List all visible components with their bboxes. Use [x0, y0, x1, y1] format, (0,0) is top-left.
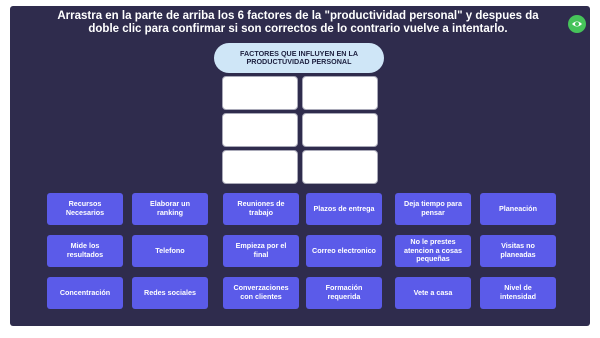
factor-tile[interactable]: Concentración — [47, 277, 123, 309]
factor-tile[interactable]: Deja tiempo para pensar — [395, 193, 471, 225]
factor-tile[interactable]: Converzaciones con clientes — [223, 277, 299, 309]
factor-tile[interactable]: Planeación — [480, 193, 556, 225]
factor-tile[interactable]: Mide los resultados — [47, 235, 123, 267]
factor-tile[interactable]: Vete a casa — [395, 277, 471, 309]
factor-tile[interactable]: Plazos de entrega — [306, 193, 382, 225]
factor-tile[interactable]: Elaborar un ranking — [132, 193, 208, 225]
game-stage: Arrastra en la parte de arriba los 6 fac… — [10, 6, 590, 326]
factor-tile[interactable]: No le prestes atencion a cosas pequeñas — [395, 235, 471, 267]
factor-tile[interactable]: Visitas no planeadas — [480, 235, 556, 267]
factor-tiles: Recursos Necesarios Elaborar un ranking … — [10, 6, 590, 326]
factor-tile[interactable]: Reuniones de trabajo — [223, 193, 299, 225]
factor-tile[interactable]: Nivel de intensidad — [480, 277, 556, 309]
factor-tile[interactable]: Telefono — [132, 235, 208, 267]
factor-tile[interactable]: Correo electronico — [306, 235, 382, 267]
factor-tile[interactable]: Recursos Necesarios — [47, 193, 123, 225]
factor-tile[interactable]: Redes sociales — [132, 277, 208, 309]
factor-tile[interactable]: Empieza por el final — [223, 235, 299, 267]
factor-tile[interactable]: Formación requerida — [306, 277, 382, 309]
